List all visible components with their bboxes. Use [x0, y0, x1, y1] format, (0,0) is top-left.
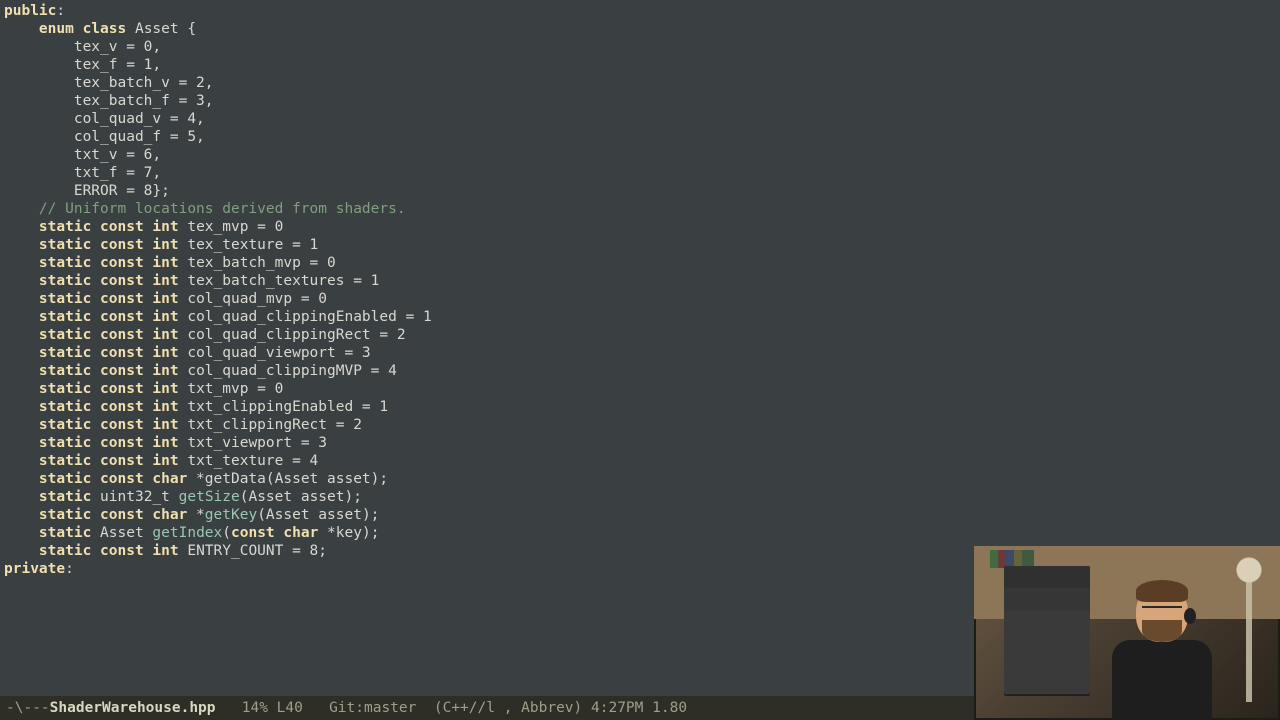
- code-line[interactable]: tex_batch_v = 2,: [4, 74, 1276, 92]
- code-line[interactable]: static const int tex_mvp = 0: [4, 218, 1276, 236]
- code-line[interactable]: txt_f = 7,: [4, 164, 1276, 182]
- modeline-gap1: [216, 700, 242, 716]
- modeline-mode: (C++//l , Abbrev): [434, 700, 582, 716]
- webcam-skeleton-prop: [1226, 554, 1272, 714]
- code-line[interactable]: public:: [4, 2, 1276, 20]
- code-line[interactable]: static const int tex_texture = 1: [4, 236, 1276, 254]
- code-line[interactable]: static const int txt_mvp = 0: [4, 380, 1276, 398]
- code-line[interactable]: static const int txt_clippingRect = 2: [4, 416, 1276, 434]
- code-line[interactable]: static const int tex_batch_textures = 1: [4, 272, 1276, 290]
- modeline-line: L40: [277, 700, 303, 716]
- code-line[interactable]: txt_v = 6,: [4, 146, 1276, 164]
- code-line[interactable]: static const int col_quad_viewport = 3: [4, 344, 1276, 362]
- code-line[interactable]: tex_f = 1,: [4, 56, 1276, 74]
- code-line[interactable]: col_quad_f = 5,: [4, 128, 1276, 146]
- code-line[interactable]: static const int txt_texture = 4: [4, 452, 1276, 470]
- modeline-filename: ShaderWarehouse.hpp: [50, 700, 216, 716]
- modeline-time: 4:27PM: [591, 700, 643, 716]
- code-line[interactable]: static const int col_quad_clippingEnable…: [4, 308, 1276, 326]
- code-line[interactable]: static const char *getKey(Asset asset);: [4, 506, 1276, 524]
- code-line[interactable]: static const int col_quad_mvp = 0: [4, 290, 1276, 308]
- webcam-person: [1092, 580, 1232, 720]
- code-line[interactable]: // Uniform locations derived from shader…: [4, 200, 1276, 218]
- webcam-overlay: [974, 546, 1280, 720]
- code-line[interactable]: static const int col_quad_clippingRect =…: [4, 326, 1276, 344]
- code-line[interactable]: static Asset getIndex(const char *key);: [4, 524, 1276, 542]
- code-line[interactable]: static const int txt_clippingEnabled = 1: [4, 398, 1276, 416]
- modeline-percent: 14%: [242, 700, 268, 716]
- code-line[interactable]: static const int txt_viewport = 3: [4, 434, 1276, 452]
- webcam-headset-icon: [1184, 608, 1196, 624]
- modeline-vcs: Git:master: [329, 700, 416, 716]
- modeline-load: 1.80: [652, 700, 687, 716]
- code-line[interactable]: static const int tex_batch_mvp = 0: [4, 254, 1276, 272]
- code-line[interactable]: static uint32_t getSize(Asset asset);: [4, 488, 1276, 506]
- code-line[interactable]: static const int col_quad_clippingMVP = …: [4, 362, 1276, 380]
- code-line[interactable]: tex_v = 0,: [4, 38, 1276, 56]
- webcam-file-cabinet: [1004, 566, 1090, 696]
- modeline-prefix: -\---: [6, 700, 50, 716]
- code-line[interactable]: tex_batch_f = 3,: [4, 92, 1276, 110]
- code-line[interactable]: col_quad_v = 4,: [4, 110, 1276, 128]
- code-line[interactable]: static const char *getData(Asset asset);: [4, 470, 1276, 488]
- code-line[interactable]: enum class Asset {: [4, 20, 1276, 38]
- code-line[interactable]: ERROR = 8};: [4, 182, 1276, 200]
